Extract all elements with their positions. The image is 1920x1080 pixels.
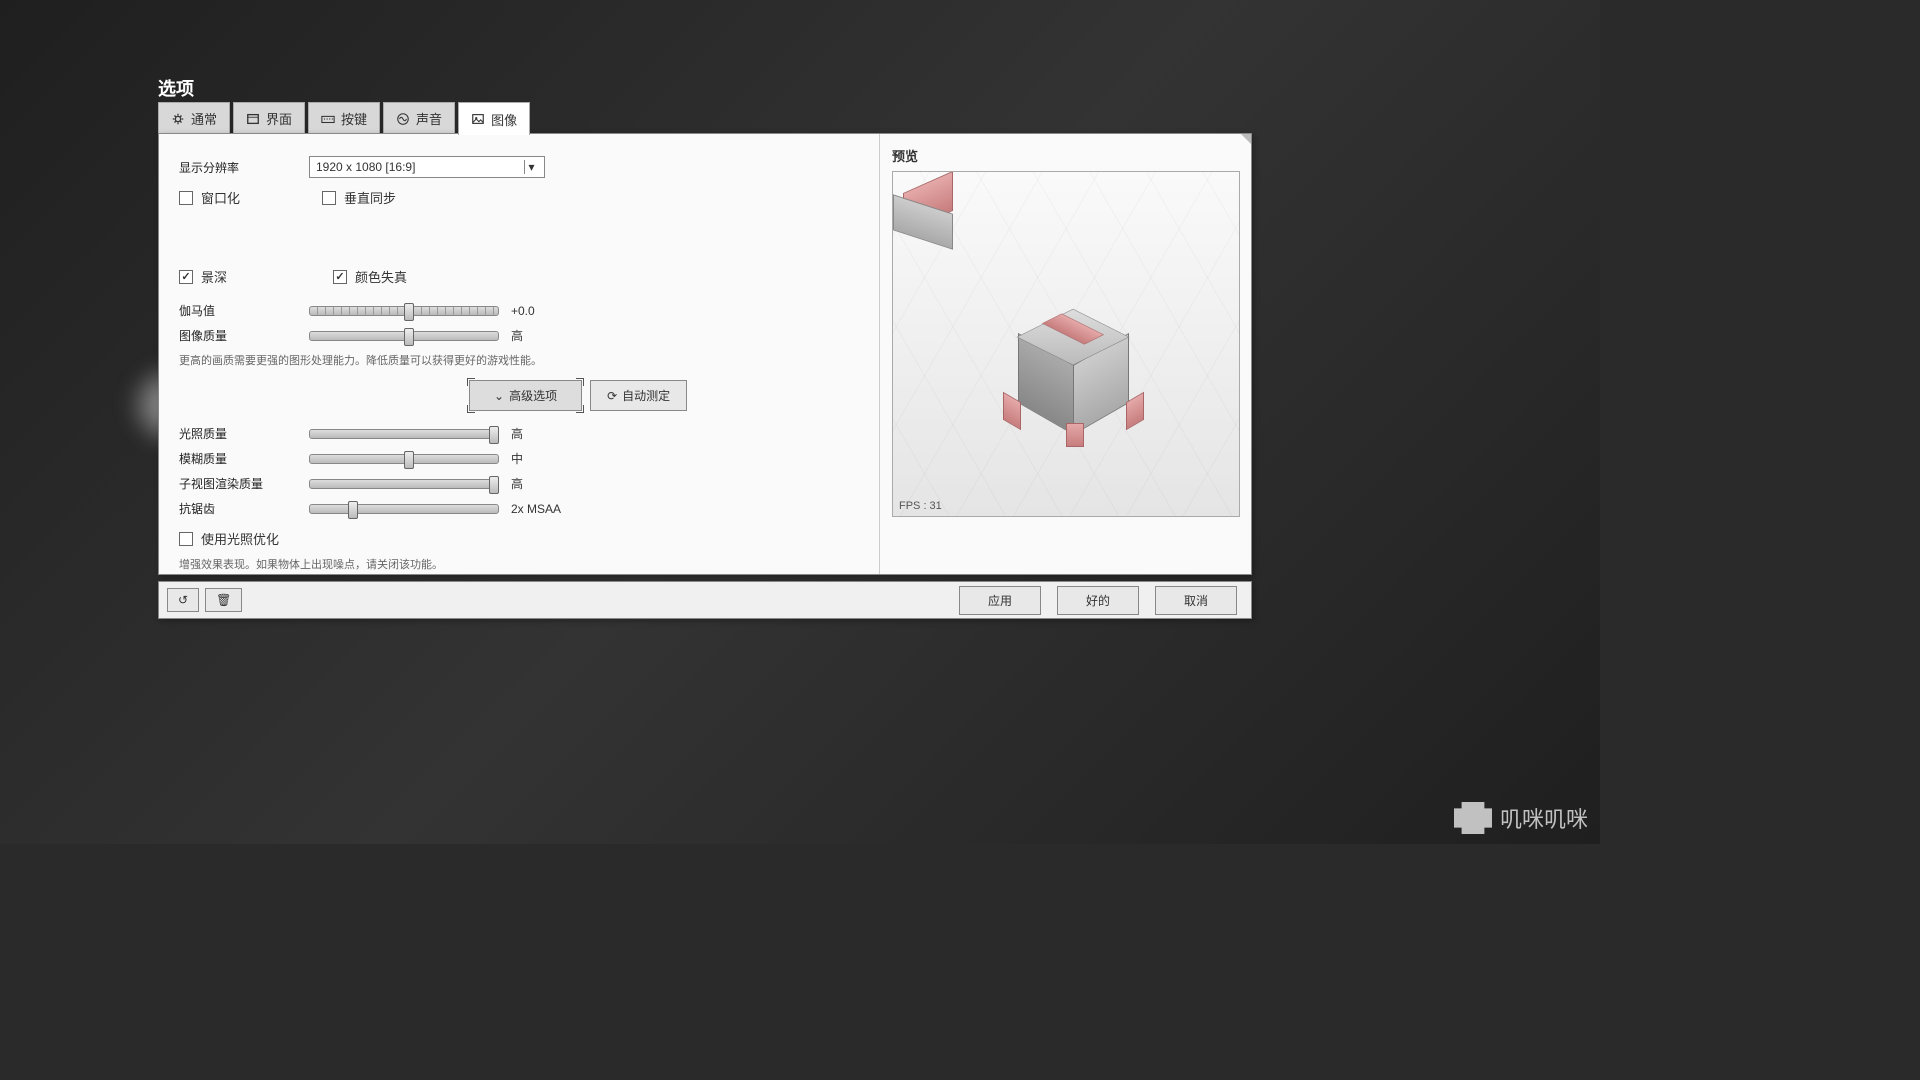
lighting-slider-thumb[interactable] (489, 426, 499, 444)
vsync-checkbox[interactable] (322, 191, 336, 205)
subview-value: 高 (511, 475, 523, 492)
quality-slider-thumb[interactable] (404, 328, 414, 346)
tab-interface[interactable]: 界面 (233, 102, 305, 135)
watermark-text: 叽咪叽咪 (1500, 802, 1588, 834)
tab-general[interactable]: 通常 (158, 102, 230, 135)
blur-label: 模糊质量 (179, 450, 309, 467)
blur-slider-thumb[interactable] (404, 451, 414, 469)
cancel-button[interactable]: 取消 (1155, 586, 1237, 615)
trash-icon: 🗑 (216, 593, 231, 607)
advanced-options-button[interactable]: ⌄ 高级选项 (469, 380, 582, 411)
ok-button[interactable]: 好的 (1057, 586, 1139, 615)
antialias-value: 2x MSAA (511, 502, 561, 516)
resolution-label: 显示分辨率 (179, 159, 309, 176)
subview-slider[interactable] (309, 479, 499, 489)
advanced-btn-label: 高级选项 (509, 387, 557, 404)
autodetect-label: 自动测定 (622, 387, 670, 404)
keyboard-icon (321, 112, 335, 126)
subview-slider-thumb[interactable] (489, 476, 499, 494)
gamma-value: +0.0 (511, 304, 535, 318)
image-icon (471, 112, 485, 126)
chromatic-checkbox[interactable] (333, 270, 347, 284)
dof-checkbox-row[interactable]: 景深 (179, 267, 227, 286)
quality-slider[interactable] (309, 331, 499, 341)
chromatic-checkbox-row[interactable]: 颜色失真 (333, 267, 407, 286)
apply-button[interactable]: 应用 (959, 586, 1041, 615)
tab-label: 通常 (191, 109, 217, 128)
delete-button[interactable]: 🗑 (205, 588, 242, 612)
reset-button[interactable]: ↺ (167, 588, 199, 612)
gamma-label: 伽马值 (179, 302, 309, 319)
audio-icon (396, 112, 410, 126)
dof-checkbox[interactable] (179, 270, 193, 284)
preview-title: 预览 (892, 146, 1239, 165)
lightopt-checkbox-row[interactable]: 使用光照优化 (179, 529, 279, 548)
tab-keys[interactable]: 按键 (308, 102, 380, 135)
quality-hint: 更高的画质需要更强的图形处理能力。降低质量可以获得更好的游戏性能。 (179, 352, 859, 368)
lightopt-label: 使用光照优化 (201, 529, 279, 548)
footer-bar: ↺ 🗑 应用 好的 取消 (158, 581, 1252, 619)
lighting-label: 光照质量 (179, 425, 309, 442)
dropdown-arrow-icon: ▾ (524, 160, 538, 174)
chevron-down-icon: ⌄ (494, 389, 504, 403)
lighting-value: 高 (511, 425, 523, 442)
cancel-label: 取消 (1184, 592, 1208, 609)
quality-value: 高 (511, 327, 523, 344)
fps-counter: FPS : 31 (899, 500, 942, 512)
tab-label: 按键 (341, 109, 367, 128)
subview-label: 子视图渲染质量 (179, 475, 309, 492)
lightopt-hint: 增强效果表现。如果物体上出现噪点，请关闭该功能。 (179, 556, 859, 572)
antialias-slider-thumb[interactable] (348, 501, 358, 519)
resolution-select[interactable]: 1920 x 1080 [16:9] ▾ (309, 156, 545, 178)
lightopt-checkbox[interactable] (179, 532, 193, 546)
page-title: 选项 (158, 75, 194, 101)
vsync-label: 垂直同步 (344, 188, 396, 207)
tabs-row: 通常 界面 按键 声音 图像 (158, 102, 530, 135)
resolution-value: 1920 x 1080 [16:9] (316, 160, 415, 174)
preview-viewport: FPS : 31 (892, 171, 1240, 517)
blur-value: 中 (511, 450, 523, 467)
preview-panel: 预览 FPS : 31 (879, 134, 1251, 574)
apply-label: 应用 (988, 592, 1012, 609)
dof-label: 景深 (201, 267, 227, 286)
gear-icon (171, 112, 185, 126)
tab-label: 图像 (491, 110, 517, 129)
gamma-slider-thumb[interactable] (404, 303, 414, 321)
preview-cube-main (1008, 307, 1138, 437)
windowed-checkbox[interactable] (179, 191, 193, 205)
watermark-logo-icon (1454, 802, 1492, 834)
blur-slider[interactable] (309, 454, 499, 464)
ui-icon (246, 112, 260, 126)
antialias-label: 抗锯齿 (179, 500, 309, 517)
windowed-checkbox-row[interactable]: 窗口化 (179, 188, 240, 207)
panel-left: 显示分辨率 1920 x 1080 [16:9] ▾ 窗口化 垂直同步 景深 (159, 134, 879, 574)
tab-audio[interactable]: 声音 (383, 102, 455, 135)
tab-label: 声音 (416, 109, 442, 128)
watermark: 叽咪叽咪 (1454, 802, 1588, 834)
tab-label: 界面 (266, 109, 292, 128)
antialias-slider[interactable] (309, 504, 499, 514)
settings-panel: 显示分辨率 1920 x 1080 [16:9] ▾ 窗口化 垂直同步 景深 (158, 133, 1252, 575)
lighting-slider[interactable] (309, 429, 499, 439)
tab-graphics[interactable]: 图像 (458, 102, 530, 135)
power-icon: ⟳ (607, 389, 617, 403)
quality-label: 图像质量 (179, 327, 309, 344)
vsync-checkbox-row[interactable]: 垂直同步 (322, 188, 396, 207)
ok-label: 好的 (1086, 592, 1110, 609)
chromatic-label: 颜色失真 (355, 267, 407, 286)
undo-icon: ↺ (178, 593, 188, 607)
preview-cube-small (893, 172, 983, 252)
windowed-label: 窗口化 (201, 188, 240, 207)
gamma-slider[interactable] (309, 306, 499, 316)
autodetect-button[interactable]: ⟳ 自动测定 (590, 380, 687, 411)
